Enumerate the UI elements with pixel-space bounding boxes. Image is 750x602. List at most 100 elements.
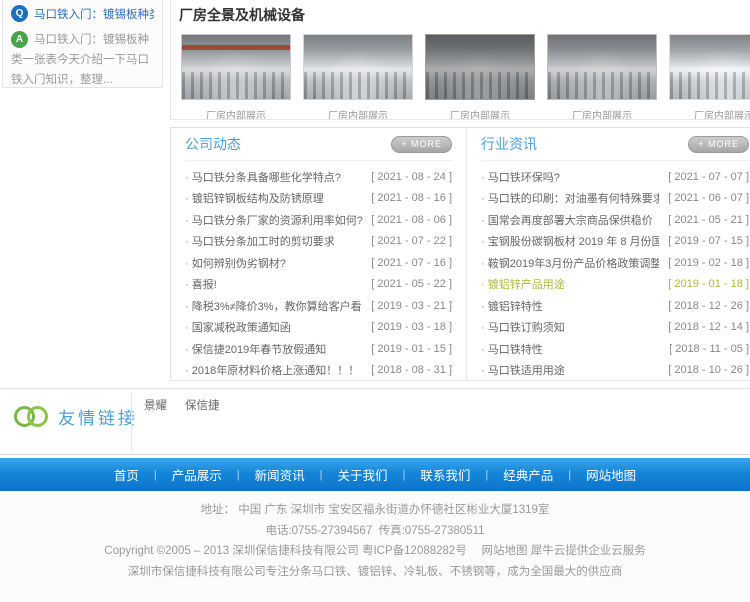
- news-item-date: [ 2019 - 03 - 21 ]: [371, 300, 452, 312]
- friendly-link[interactable]: 保信捷: [185, 397, 220, 413]
- news-panel-company: 公司动态 + MORE 马口铁分条具备哪些化学特点? [ 2021 - 08 - …: [171, 128, 467, 380]
- footer-address: 地址： 中国 广东 深圳市 宝安区福永街道办怀德社区彬业大厦1319室: [0, 500, 750, 521]
- news-row[interactable]: 马口铁环保吗? [ 2021 - 07 - 07 ]: [481, 166, 749, 188]
- news-item-date: [ 2021 - 07 - 16 ]: [371, 257, 452, 269]
- nav-item-about[interactable]: 关于我们: [322, 465, 402, 484]
- friendly-links-list: 景耀 保信捷: [144, 397, 220, 413]
- news-item-title[interactable]: 镀铝锌产品用途: [481, 276, 565, 292]
- news-item-date: [ 2019 - 01 - 18 ]: [668, 278, 749, 290]
- news-item-date: [ 2021 - 08 - 06 ]: [371, 214, 452, 226]
- thumb-caption: 厂房内部展示: [669, 107, 750, 120]
- nav-item-products[interactable]: 产品展示: [157, 465, 237, 484]
- news-item-title[interactable]: 如何辨别伪劣钢材?: [185, 255, 286, 271]
- gallery-item: 厂房内部展示: [303, 34, 413, 120]
- news-row[interactable]: 降税3%≠降价3%，教你算给客户看 [ 2019 - 03 - 21 ]: [185, 295, 452, 317]
- news-item-date: [ 2021 - 07 - 07 ]: [668, 171, 749, 183]
- news-item-title[interactable]: 马口铁订购须知: [481, 319, 565, 335]
- news-item-date: [ 2021 - 06 - 07 ]: [668, 192, 749, 204]
- friendly-link[interactable]: 景耀: [144, 397, 167, 413]
- nav-item-contact[interactable]: 联系我们: [405, 465, 485, 484]
- thumb-caption: 厂房内部展示: [425, 107, 535, 120]
- news-row[interactable]: 国家减税政策通知函 [ 2019 - 03 - 18 ]: [185, 317, 452, 339]
- news-item-title[interactable]: 保信捷2019年春节放假通知: [185, 341, 326, 357]
- factory-photo[interactable]: [669, 34, 750, 100]
- news-item-title[interactable]: 马口铁特性: [481, 341, 543, 357]
- news-item-date: [ 2019 - 03 - 18 ]: [371, 321, 452, 333]
- news-item-date: [ 2021 - 05 - 22 ]: [371, 278, 452, 290]
- news-item-title[interactable]: 2018年原材料价格上涨通知！！！: [185, 362, 359, 378]
- news-item-title[interactable]: 马口铁分条厂家的资源利用率如何?: [185, 212, 363, 228]
- question-badge-icon: Q: [11, 5, 28, 22]
- news-item-title[interactable]: 国常会再度部署大宗商品保供稳价: [481, 212, 653, 228]
- news-item-title[interactable]: 镀铝锌特性: [481, 298, 543, 314]
- news-title-industry: 行业资讯: [481, 134, 537, 154]
- news-row[interactable]: 镀铝锌特性 [ 2018 - 12 - 26 ]: [481, 295, 749, 317]
- news-item-title[interactable]: 马口铁环保吗?: [481, 169, 560, 185]
- gallery-title: 厂房全景及机械设备: [179, 5, 750, 25]
- news-item-date: [ 2018 - 10 - 26 ]: [668, 364, 749, 376]
- news-row[interactable]: 鞍钢2019年3月份产品价格政策调整... [ 2019 - 02 - 18 ]: [481, 252, 749, 274]
- news-row[interactable]: 马口铁分条具备哪些化学特点? [ 2021 - 08 - 24 ]: [185, 166, 452, 188]
- news-item-title[interactable]: 马口铁适用用途: [481, 362, 565, 378]
- gallery-item: 厂房内部展示: [669, 34, 750, 120]
- news-row[interactable]: 宝钢股份碳钢板材 2019 年 8 月份国...[ 2019 - 07 - 15…: [481, 231, 749, 253]
- qa-answer-row[interactable]: A马口铁入门：镀锡板种类一张表今天介绍一下马口铁入门知识，整理...: [11, 30, 154, 88]
- news-item-title[interactable]: 马口铁的印刷：对油墨有何特殊要求: [481, 190, 659, 206]
- news-title-company: 公司动态: [185, 134, 241, 154]
- factory-gallery-section: 厂房全景及机械设备 厂房内部展示 厂房内部展示 厂房内部展示 厂房内部展示 厂房…: [170, 0, 750, 120]
- news-row[interactable]: 镀铝锌钢板结构及防锈原理 [ 2021 - 08 - 16 ]: [185, 188, 452, 210]
- news-row[interactable]: 2018年原材料价格上涨通知！！！[ 2018 - 08 - 31 ]: [185, 360, 452, 382]
- qa-question-text[interactable]: 马口铁入门：镀锡板种类...: [34, 6, 154, 22]
- news-item-title[interactable]: 马口铁分条具备哪些化学特点?: [185, 169, 341, 185]
- news-row[interactable]: 马口铁特性 [ 2018 - 11 - 05 ]: [481, 338, 749, 360]
- more-button-company[interactable]: + MORE: [391, 136, 452, 153]
- news-item-title[interactable]: 镀铝锌钢板结构及防锈原理: [185, 190, 324, 206]
- news-item-title[interactable]: 马口铁分条加工时的剪切要求: [185, 233, 335, 249]
- footer: 地址： 中国 广东 深圳市 宝安区福永街道办怀德社区彬业大厦1319室 电话:0…: [0, 491, 750, 602]
- news-row[interactable]: 马口铁订购须知 [ 2018 - 12 - 14 ]: [481, 317, 749, 339]
- news-row[interactable]: 马口铁分条加工时的剪切要求[ 2021 - 07 - 22 ]: [185, 231, 452, 253]
- news-item-title[interactable]: 降税3%≠降价3%，教你算给客户看: [185, 298, 362, 314]
- nav-item-home[interactable]: 首页: [99, 465, 154, 484]
- factory-photo[interactable]: [425, 34, 535, 100]
- news-item-date: [ 2021 - 08 - 24 ]: [371, 171, 452, 183]
- news-header: 公司动态 + MORE: [185, 128, 452, 161]
- nav-item-classic-products[interactable]: 经典产品: [488, 465, 568, 484]
- news-row[interactable]: 国常会再度部署大宗商品保供稳价 [ 2021 - 05 - 21 ]: [481, 209, 749, 231]
- friendly-links-section: 友情链接 景耀 保信捷: [0, 388, 750, 455]
- thumb-caption: 厂房内部展示: [181, 107, 291, 120]
- news-row[interactable]: 如何辨别伪劣钢材? [ 2021 - 07 - 16 ]: [185, 252, 452, 274]
- news-list-industry: 马口铁环保吗? [ 2021 - 07 - 07 ] 马口铁的印刷：对油墨有何特殊…: [481, 161, 749, 381]
- answer-badge-icon: A: [11, 31, 28, 48]
- news-row[interactable]: 喜报! [ 2021 - 05 - 22 ]: [185, 274, 452, 296]
- nav-item-sitemap[interactable]: 网站地图: [571, 465, 651, 484]
- nav-item-news[interactable]: 新闻资讯: [240, 465, 320, 484]
- factory-photo[interactable]: [181, 34, 291, 100]
- qa-question-row[interactable]: Q 马口铁入门：镀锡板种类...: [11, 5, 154, 22]
- factory-photo[interactable]: [303, 34, 413, 100]
- friendly-links-title: 友情链接: [58, 404, 138, 429]
- qa-widget: Q 马口铁入门：镀锡板种类... A马口铁入门：镀锡板种类一张表今天介绍一下马口…: [2, 0, 163, 88]
- factory-photo[interactable]: [547, 34, 657, 100]
- news-item-date: [ 2021 - 08 - 16 ]: [371, 192, 452, 204]
- news-row[interactable]: 保信捷2019年春节放假通知[ 2019 - 01 - 15 ]: [185, 338, 452, 360]
- news-row-highlighted[interactable]: 镀铝锌产品用途 [ 2019 - 01 - 18 ]: [481, 274, 749, 296]
- more-button-industry[interactable]: + MORE: [688, 136, 749, 153]
- news-item-title[interactable]: 宝钢股份碳钢板材 2019 年 8 月份国...: [481, 233, 659, 249]
- footer-phone-fax: 电话:0755-27394567 传真:0755-27380511: [0, 521, 750, 542]
- news-row[interactable]: 马口铁的印刷：对油墨有何特殊要求 [ 2021 - 06 - 07 ]: [481, 188, 749, 210]
- news-row[interactable]: 马口铁分条厂家的资源利用率如何? [ 2021 - 08 - 06 ]: [185, 209, 452, 231]
- news-item-date: [ 2021 - 05 - 21 ]: [668, 214, 749, 226]
- news-item-title[interactable]: 喜报!: [185, 276, 217, 292]
- news-panel-industry: 行业资讯 + MORE 马口铁环保吗? [ 2021 - 07 - 07 ] 马口…: [467, 128, 750, 380]
- qa-answer-text[interactable]: 马口铁入门：镀锡板种类一张表今天介绍一下马口铁入门知识，整理...: [11, 34, 149, 86]
- news-item-date: [ 2018 - 12 - 14 ]: [668, 321, 749, 333]
- news-item-date: [ 2018 - 12 - 26 ]: [668, 300, 749, 312]
- chain-link-icon: [14, 406, 48, 427]
- news-item-date: [ 2018 - 11 - 05 ]: [669, 343, 749, 355]
- news-item-title[interactable]: 国家减税政策通知函: [185, 319, 291, 335]
- news-item-title[interactable]: 鞍钢2019年3月份产品价格政策调整...: [481, 255, 659, 271]
- gallery-item: 厂房内部展示: [181, 34, 291, 120]
- news-row[interactable]: 马口铁适用用途 [ 2018 - 10 - 26 ]: [481, 360, 749, 382]
- news-item-date: [ 2019 - 02 - 18 ]: [668, 257, 749, 269]
